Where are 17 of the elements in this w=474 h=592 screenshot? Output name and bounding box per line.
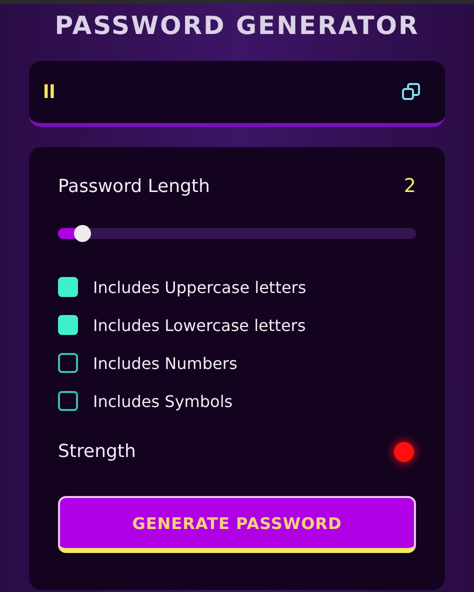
checkbox[interactable]: [58, 315, 78, 335]
length-slider[interactable]: [58, 228, 416, 239]
generate-button[interactable]: GENERATE PASSWORD: [58, 496, 416, 553]
option-label: Includes Numbers: [93, 354, 238, 372]
checkbox[interactable]: [58, 277, 78, 297]
length-label: Password Length: [58, 176, 210, 196]
password-text: ll: [43, 82, 56, 102]
checkbox[interactable]: [58, 353, 78, 373]
length-value: 2: [404, 175, 416, 197]
app-title: PASSWORD GENERATOR: [54, 10, 420, 42]
option-label: Includes Symbols: [93, 392, 233, 410]
strength-label: Strength: [58, 441, 136, 462]
slider-thumb[interactable]: [74, 225, 92, 242]
option-label: Includes Uppercase letters: [93, 278, 306, 296]
checkbox[interactable]: [58, 391, 78, 411]
copy-icon[interactable]: [401, 82, 421, 102]
option-label: Includes Lowercase letters: [93, 316, 306, 334]
